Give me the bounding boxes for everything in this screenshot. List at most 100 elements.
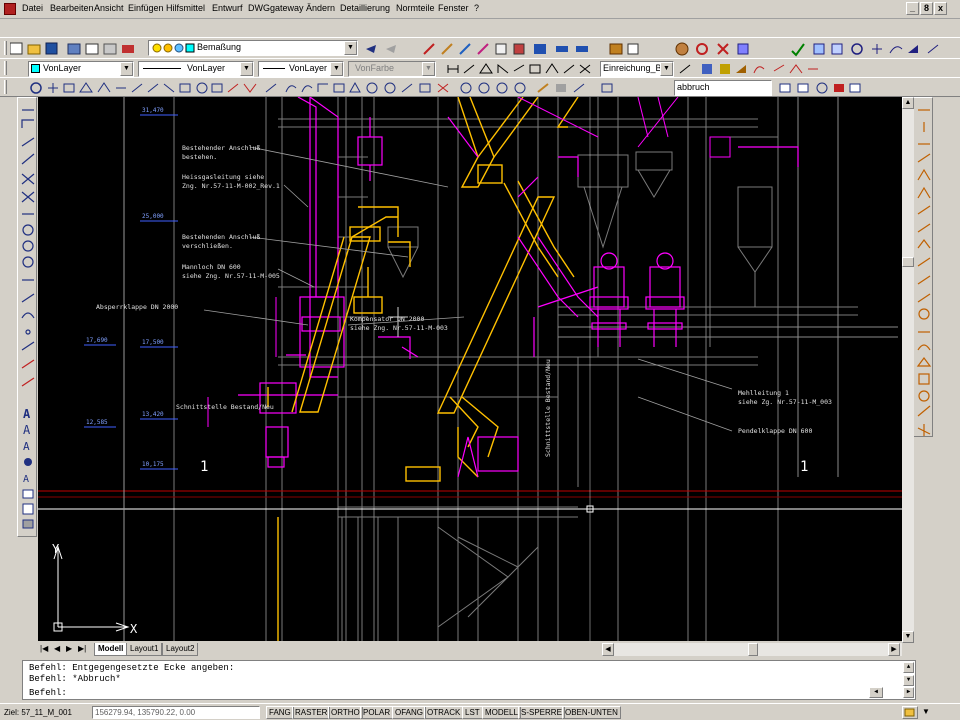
status-bar: Ziel: 57_11_M_001 156279.94, 135790.22, …: [0, 703, 960, 720]
vertical-scrollbar[interactable]: ▲ ▼: [902, 97, 914, 643]
annotation-anschluss-verschliessen: Bestehenden Anschluß: [182, 233, 260, 241]
tab-modell[interactable]: Modell: [94, 643, 128, 656]
menu-entwurf[interactable]: Entwurf: [212, 3, 243, 13]
annotation-schnittstelle-vertical: Schnittstelle Bestand/Neu: [544, 359, 552, 457]
command-prompt[interactable]: Befehl:: [29, 688, 67, 698]
elev-31470: 31,470: [142, 107, 164, 114]
tab-nav-next-icon[interactable]: ▶: [66, 644, 72, 653]
menu-einfuegen[interactable]: Einfügen: [128, 3, 164, 13]
dimension-style-value: Einreichung_BA: [603, 63, 668, 73]
scroll-left-button[interactable]: ◀: [602, 643, 614, 656]
command-history-line-1: Befehl: Entgegengesetzte Ecke angeben:: [29, 663, 235, 673]
app-icon[interactable]: [4, 3, 16, 15]
svg-text:A: A: [23, 407, 31, 421]
dimension-toolbar-icons: [447, 63, 591, 74]
minimize-button[interactable]: _: [906, 2, 919, 15]
layer-dropdown[interactable]: VonLayer ▼: [28, 61, 134, 77]
line-sample-icon: [263, 68, 285, 69]
menu-dwggateway[interactable]: DWGgateway: [248, 3, 304, 13]
command-history-line-2: Befehl: *Abbruch*: [29, 674, 121, 684]
scroll-right-button[interactable]: ▶: [888, 643, 900, 656]
platform-lines: [558, 97, 898, 477]
scroll-up-button[interactable]: ▲: [902, 97, 914, 109]
menu-ansicht[interactable]: Ansicht: [94, 3, 124, 13]
chevron-down-icon[interactable]: ▼: [344, 41, 357, 55]
lineweight-dropdown[interactable]: VonLayer ▼: [258, 61, 344, 77]
drawing-canvas[interactable]: 31,470 25,000 17,690 17,500 13,420 12,58…: [38, 97, 902, 641]
magenta-duct-left: [238, 97, 345, 468]
toggle-ofang[interactable]: OFANG: [392, 706, 427, 719]
annotation-mannloch: Mannloch DN 600: [182, 263, 241, 271]
command-input-value: abbruch: [677, 82, 710, 92]
menu-bearbeiten[interactable]: Bearbeiten: [50, 3, 94, 13]
tab-nav-prev-icon[interactable]: ◀: [54, 644, 60, 653]
chevron-down-icon[interactable]: ▼: [120, 62, 133, 76]
cmd-scroll-right[interactable]: ▶: [903, 687, 914, 698]
dimstyle-dropdown[interactable]: Bemaßung ▼: [148, 40, 358, 56]
close-button[interactable]: x: [934, 2, 947, 15]
ucs-x-label: X: [130, 622, 138, 636]
cad-drawing[interactable]: 31,470 25,000 17,690 17,500 13,420 12,58…: [38, 97, 902, 641]
restore-button[interactable]: 8: [920, 2, 933, 15]
toggle-raster[interactable]: RASTER: [292, 706, 331, 719]
elev-13420: 13,420: [142, 411, 164, 418]
chevron-down-icon[interactable]: ▼: [330, 62, 343, 76]
annotation-mehlleitung: Mehlleitung 1: [738, 389, 789, 397]
cmd-scroll-up[interactable]: ▲: [903, 662, 914, 673]
chevron-down-icon[interactable]: ▼: [660, 62, 673, 76]
menu-aendern[interactable]: Ändern: [306, 3, 335, 13]
toggle-modell[interactable]: MODELL: [482, 706, 521, 719]
properties-toolbar: VonLayer ▼ VonLayer ▼ VonLayer ▼ VonFarb…: [0, 58, 960, 78]
annotation-absperrklappe: Absperrklappe DN 2000: [96, 303, 178, 311]
tray-settings-icon[interactable]: [902, 706, 918, 719]
command-input-box[interactable]: abbruch: [674, 80, 772, 96]
osnap-toolbar-icons: [30, 81, 613, 94]
scroll-down-button[interactable]: ▼: [902, 631, 914, 643]
menu-datei[interactable]: Datei: [22, 3, 43, 13]
statusbar-menu-icon[interactable]: ▼: [922, 707, 930, 716]
draw-toolbar-icons: A A A A: [21, 109, 35, 529]
annotation-schnittstelle-left: Schnittstelle Bestand/Neu: [176, 403, 274, 411]
toggle-ortho[interactable]: ORTHO: [328, 706, 363, 719]
toggle-s-sperre[interactable]: S-SPERRE: [518, 706, 565, 719]
annotation-mehlleitung-ref: siehe Zg. Nr.57-11-M_003: [738, 398, 832, 406]
cmd-scroll-down[interactable]: ▼: [903, 675, 914, 686]
chevron-down-icon[interactable]: ▼: [240, 62, 253, 76]
toggle-polar[interactable]: POLAR: [360, 706, 394, 719]
section-marker-left: 1: [200, 459, 208, 475]
svg-text:A: A: [23, 423, 31, 437]
osnap-toolbar: abbruch: [0, 77, 960, 97]
linetype-dropdown[interactable]: VonLayer ▼: [138, 61, 254, 77]
cmd-scroll-left[interactable]: ◀: [869, 687, 883, 698]
toggle-oben-unten[interactable]: OBEN-UNTEN: [562, 706, 621, 719]
tab-layout1[interactable]: Layout1: [126, 643, 163, 656]
menu-help[interactable]: ?: [474, 3, 479, 13]
standard-toolbar-icons-right: [366, 42, 939, 57]
elev-12585: 12,585: [86, 419, 108, 426]
menu-fenster[interactable]: Fenster: [438, 3, 469, 13]
yellow-pipes: [267, 97, 579, 641]
dimension-style-dropdown[interactable]: Einreichung_BA ▼: [600, 61, 674, 77]
draw-toolbar: A A A A: [17, 97, 37, 537]
horizontal-scrollbar[interactable]: ◀ ▶: [602, 643, 902, 656]
annotation-heissgas-ref: Zng. Nr.57-11-M-002_Rev.1: [182, 182, 280, 190]
annotation-kompensator: Kompensator DN 2000: [350, 315, 424, 323]
command-window[interactable]: Befehl: Entgegengesetzte Ecke angeben: B…: [22, 660, 916, 700]
linetype-value: VonLayer: [187, 63, 226, 73]
chevron-down-icon: ▼: [422, 62, 435, 76]
layer-value: VonLayer: [43, 63, 82, 73]
scroll-thumb[interactable]: [902, 257, 914, 267]
tab-nav-last-icon[interactable]: ▶|: [78, 644, 86, 653]
toggle-otrack[interactable]: OTRACK: [424, 706, 464, 719]
menu-hilfsmittel[interactable]: Hilfsmittel: [166, 3, 205, 13]
tab-layout2[interactable]: Layout2: [162, 643, 199, 656]
toggle-fang[interactable]: FANG: [266, 706, 294, 719]
menu-detaillierung[interactable]: Detaillierung: [340, 3, 390, 13]
tab-nav-first-icon[interactable]: |◀: [40, 644, 48, 653]
coordinate-display[interactable]: 156279.94, 135790.22, 0.00: [92, 706, 260, 719]
toggle-lst[interactable]: LST: [462, 706, 483, 719]
elev-17500: 17,500: [142, 339, 164, 346]
hscroll-thumb[interactable]: [748, 643, 758, 656]
menu-normteile[interactable]: Normteile: [396, 3, 435, 13]
menu-bar: Datei Bearbeiten Ansicht Einfügen Hilfsm…: [0, 0, 960, 19]
